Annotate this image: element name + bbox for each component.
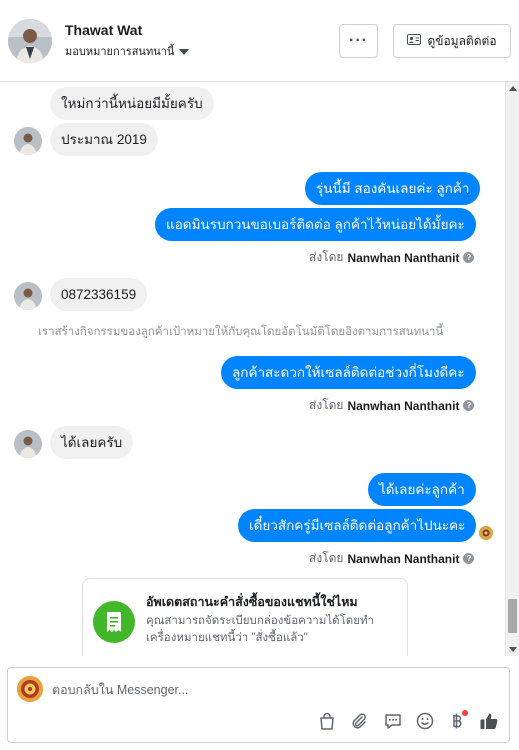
sent-by-label: ส่งโดย Nanwhan Nanthanit ? xyxy=(309,549,475,568)
thread-scrollbar[interactable] xyxy=(505,82,519,656)
order-status-prompt-card[interactable]: อัพเดตสถานะคำสั่งซื้อของแชทนี้ใช่ไหม คุณ… xyxy=(82,578,408,656)
outgoing-message[interactable]: รุ่นนี้มี สองคันเลยค่ะ ลูกค้า xyxy=(305,172,481,205)
sender-name: Nanwhan Nanthanit xyxy=(347,398,460,413)
contact-card-icon xyxy=(407,34,422,48)
incoming-message[interactable]: ได้เลยครับ xyxy=(50,426,134,459)
saved-reply-icon[interactable] xyxy=(382,710,404,732)
sender-name: Nanwhan Nanthanit xyxy=(347,250,460,265)
like-icon[interactable] xyxy=(478,710,500,732)
help-icon[interactable]: ? xyxy=(463,553,475,564)
scrollbar-thumb[interactable] xyxy=(508,599,517,633)
outgoing-message[interactable]: ได้เลยค่ะลูกค้า xyxy=(368,473,476,506)
sent-by-label: ส่งโดย Nanwhan Nanthanit ? xyxy=(309,396,475,415)
contact-avatar[interactable] xyxy=(8,19,52,63)
scroll-down-arrow-icon[interactable] xyxy=(509,647,517,652)
contact-avatar-small xyxy=(14,127,42,155)
sent-by-prefix: ส่งโดย xyxy=(309,250,344,264)
outgoing-message[interactable]: เดี๋ยวสักครู่มีเซลล์ติดต่อลูกค้าไปนะคะ xyxy=(238,509,477,542)
assign-conversation-dropdown[interactable]: มอบหมายการสนทนานี้ xyxy=(65,42,190,60)
help-icon[interactable]: ? xyxy=(463,400,475,411)
sent-by-prefix: ส่งโดย xyxy=(309,398,344,412)
view-contact-button[interactable]: ดูข้อมูลติดต่อ xyxy=(393,24,511,58)
help-icon[interactable]: ? xyxy=(463,252,475,263)
reply-input[interactable] xyxy=(52,680,472,700)
outgoing-message[interactable]: แอดมินรบกวนขอเบอร์ติดต่อ ลูกค้าไว้หน่อยไ… xyxy=(155,208,476,241)
conversation-header: Thawat Wat มอบหมายการสนทนานี้ ··· ดูข้อม… xyxy=(0,0,519,82)
shopping-bag-icon[interactable] xyxy=(316,710,338,732)
contact-avatar-small xyxy=(14,282,42,310)
card-title: อัพเดตสถานะคำสั่งซื้อของแชทนี้ใช่ไหม xyxy=(146,595,358,609)
baht-payment-icon[interactable] xyxy=(446,710,468,732)
paperclip-icon[interactable] xyxy=(348,710,370,732)
contact-name: Thawat Wat xyxy=(65,22,143,38)
seen-avatar-icon xyxy=(479,526,493,540)
sent-by-prefix: ส่งโดย xyxy=(309,551,344,565)
incoming-message[interactable]: 0872336159 xyxy=(50,278,148,311)
sent-by-label: ส่งโดย Nanwhan Nanthanit ? xyxy=(309,248,475,267)
view-contact-label: ดูข้อมูลติดต่อ xyxy=(427,33,497,48)
notification-dot xyxy=(462,710,468,716)
card-body: คุณสามารถจัดระเบียบกล่องข้อความได้โดยทำเ… xyxy=(146,615,375,644)
more-options-button[interactable]: ··· xyxy=(339,24,378,58)
reply-composer xyxy=(7,667,510,743)
scroll-up-arrow-icon[interactable] xyxy=(509,86,517,91)
sender-name: Nanwhan Nanthanit xyxy=(347,551,460,566)
incoming-message[interactable]: ประมาณ 2019 xyxy=(50,123,158,156)
contact-avatar-small xyxy=(14,430,42,458)
system-note: เราสร้างกิจกรรมของลูกค้าเป้าหมายให้กับคุ… xyxy=(38,326,444,338)
caret-down-icon xyxy=(179,48,190,55)
page-avatar xyxy=(17,676,43,702)
incoming-message[interactable]: ใหม่กว่านี้หน่อยมีมั้ยครับ xyxy=(50,87,214,120)
outgoing-message[interactable]: ลูกค้าสะดวกให้เซลล์ติดต่อช่วงกี่โมงดีคะ xyxy=(221,356,476,389)
emoji-icon[interactable] xyxy=(414,710,436,732)
assign-label: มอบหมายการสนทนานี้ xyxy=(65,46,175,58)
receipt-icon xyxy=(93,601,135,643)
